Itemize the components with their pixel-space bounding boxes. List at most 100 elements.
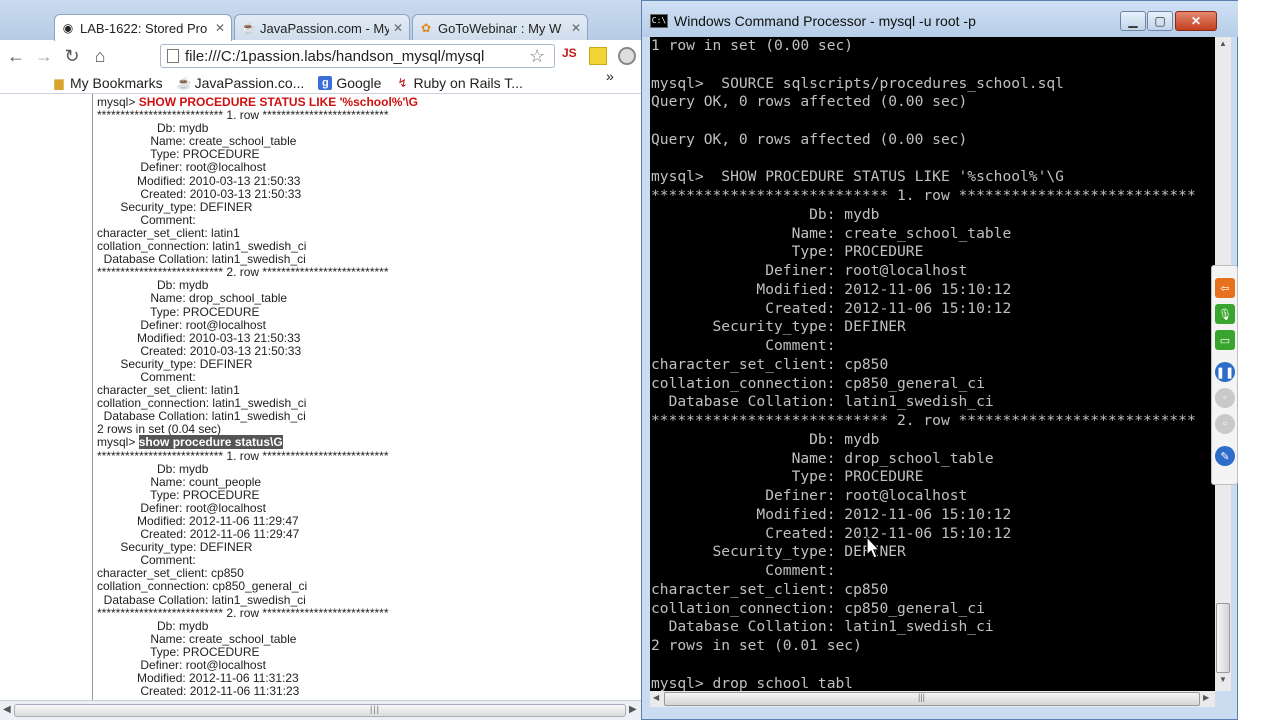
tab-label: JavaPassion.com - My: [260, 20, 389, 36]
arrow-right-icon: →: [35, 45, 53, 66]
microphone-icon[interactable]: 🎙: [1215, 304, 1235, 324]
bookmark-label: JavaPassion.co...: [194, 74, 305, 91]
page-line: Type: PROCEDURE: [97, 304, 260, 319]
star-icon[interactable]: ☆: [529, 46, 545, 67]
reload-button[interactable]: ↻: [60, 44, 84, 68]
javapassion-icon: ☕: [241, 21, 256, 35]
console-line: Database Collation: latin1_swedish_ci: [651, 393, 994, 411]
close-tab-icon[interactable]: ✕: [393, 21, 403, 35]
cmd-icon: C:\: [650, 14, 668, 28]
console-text: 1 row in set (0.00 sec) mysql> SOURCE sq…: [651, 37, 1196, 691]
console-line: mysql> SOURCE sqlscripts/procedures_scho…: [651, 74, 1064, 92]
page-line: Security_type: DEFINER: [97, 199, 253, 214]
address-text: file:///C:/1passion.labs/handson_mysql/m…: [185, 47, 485, 65]
console-line: character_set_client: cp850: [651, 355, 889, 373]
disabled-stop-icon: ◦: [1215, 388, 1235, 408]
tab-gotowebinar[interactable]: ✿ GoToWebinar : My W ✕: [412, 14, 588, 41]
close-icon: ✕: [1190, 14, 1202, 28]
bookmarks-bar: ▆ My Bookmarks ☕ JavaPassion.co... g Goo…: [0, 68, 641, 94]
maximize-icon: ▢: [1154, 14, 1166, 28]
console-line: Database Collation: latin1_swedish_ci: [651, 618, 994, 636]
maximize-button[interactable]: ▢: [1147, 11, 1173, 31]
console-line: Modified: 2012-11-06 15:10:12: [651, 280, 1012, 298]
page-line: Name: count_people: [97, 474, 262, 489]
scroll-right-icon[interactable]: ▶: [1203, 693, 1209, 702]
scroll-thumb[interactable]: [664, 692, 1200, 706]
minimize-button[interactable]: ▁: [1120, 11, 1146, 31]
scroll-up-icon[interactable]: ▲: [1217, 39, 1229, 53]
console-line: Name: create_school_table: [651, 224, 1012, 242]
console-line: Modified: 2012-11-06 15:10:12: [651, 505, 1012, 523]
bookmark-ruby-on-rails[interactable]: ↯ Ruby on Rails T...: [395, 75, 523, 91]
forward-button[interactable]: →: [32, 44, 56, 68]
console-line: Type: PROCEDURE: [651, 243, 924, 261]
page-line: collation_connection: cp850_general_ci: [97, 579, 308, 594]
command-window: C:\ Windows Command Processor - mysql -u…: [641, 0, 1239, 720]
pause-icon[interactable]: ❚❚: [1215, 362, 1235, 382]
console-line: Created: 2012-11-06 15:10:12: [651, 524, 1012, 542]
scroll-thumb[interactable]: [14, 704, 626, 717]
page-line: Db: mydb: [97, 618, 209, 633]
disabled-chat-icon: ▫: [1215, 414, 1235, 434]
tab-label: GoToWebinar : My W: [438, 20, 562, 36]
console-line: Db: mydb: [651, 205, 880, 223]
close-button[interactable]: ✕: [1175, 11, 1217, 31]
scroll-down-icon[interactable]: ▼: [1217, 675, 1229, 689]
tab-javapassion[interactable]: ☕ JavaPassion.com - My ✕: [234, 14, 410, 41]
page-icon: [167, 49, 179, 63]
scroll-thumb[interactable]: [1216, 603, 1230, 673]
cmd-title-bar[interactable]: C:\ Windows Command Processor - mysql -u…: [642, 1, 1239, 37]
close-tab-icon[interactable]: ✕: [215, 21, 225, 35]
window-title: Windows Command Processor - mysql -u roo…: [674, 13, 976, 29]
bookmark-javapassion[interactable]: ☕ JavaPassion.co...: [177, 75, 305, 91]
page-line: Created: 2012-11-06 11:31:23: [97, 684, 300, 699]
mysql-prompt: mysql>: [97, 435, 139, 450]
browser-toolbar: ← → ↻ ⌂ file:///C:/1passion.labs/handson…: [0, 40, 641, 72]
extension-icon[interactable]: [618, 47, 636, 65]
page-line: Comment:: [97, 212, 196, 227]
console-line: Query OK, 0 rows affected (0.00 sec): [651, 93, 968, 111]
home-icon: ⌂: [94, 45, 106, 66]
reload-icon: ↻: [64, 45, 80, 66]
console-line: Definer: root@localhost: [651, 262, 968, 279]
page-line: *************************** 1. row *****…: [97, 448, 389, 463]
address-bar[interactable]: file:///C:/1passion.labs/handson_mysql/m…: [160, 44, 555, 68]
console-output[interactable]: 1 row in set (0.00 sec) mysql> SOURCE sq…: [650, 37, 1215, 691]
page-line: Name: drop_school_table: [97, 291, 288, 306]
bookmark-my-bookmarks[interactable]: ▆ My Bookmarks: [52, 74, 163, 91]
webinar-control-panel: ⇦ 🎙 ▭ ❚❚ ◦ ▫ ✎: [1211, 265, 1238, 485]
js-extension-button[interactable]: JS: [562, 46, 577, 60]
page-line: Modified: 2010-03-13 21:50:33: [97, 330, 301, 345]
page-line: Created: 2010-03-13 21:50:33: [97, 186, 302, 201]
scroll-left-icon[interactable]: ◀: [653, 693, 659, 702]
pen-icon[interactable]: ✎: [1215, 446, 1235, 466]
back-button[interactable]: ←: [4, 44, 28, 68]
page-line: Created: 2010-03-13 21:50:33: [97, 343, 302, 358]
scroll-left-icon[interactable]: ◀: [3, 704, 11, 715]
screen-share-icon[interactable]: ▭: [1215, 330, 1235, 350]
scroll-right-icon[interactable]: ▶: [629, 704, 637, 715]
console-line: mysql> SHOW PROCEDURE STATUS LIKE '%scho…: [651, 168, 1064, 186]
console-horizontal-scrollbar[interactable]: ◀ ||| ▶: [650, 691, 1215, 707]
bookmark-label: Google: [336, 74, 382, 91]
tab-lab-1622[interactable]: ◉ LAB-1622: Stored Pro ✕: [54, 14, 232, 41]
page-rule: [92, 94, 93, 700]
bookmark-google[interactable]: g Google: [318, 75, 381, 91]
close-tab-icon[interactable]: ✕: [571, 21, 581, 35]
page-line: Db: mydb: [97, 461, 209, 476]
page-line: Type: PROCEDURE: [97, 487, 260, 502]
orange-arrow-icon[interactable]: ⇦: [1215, 278, 1235, 298]
arrow-left-icon: ←: [7, 45, 25, 66]
bookmarks-overflow-button[interactable]: »: [606, 68, 614, 84]
bookmark-label: My Bookmarks: [70, 74, 163, 91]
page-globe-icon: ◉: [62, 21, 74, 35]
notes-extension-icon[interactable]: [589, 47, 607, 65]
page-line: mysql> show procedure status\G: [97, 435, 627, 450]
console-line: Security_type: DEFINER: [651, 543, 906, 561]
browser-horizontal-scrollbar[interactable]: ◀ ||| ▶: [0, 700, 641, 720]
home-button[interactable]: ⌂: [88, 44, 112, 68]
console-line: Name: drop_school_table: [651, 449, 994, 467]
